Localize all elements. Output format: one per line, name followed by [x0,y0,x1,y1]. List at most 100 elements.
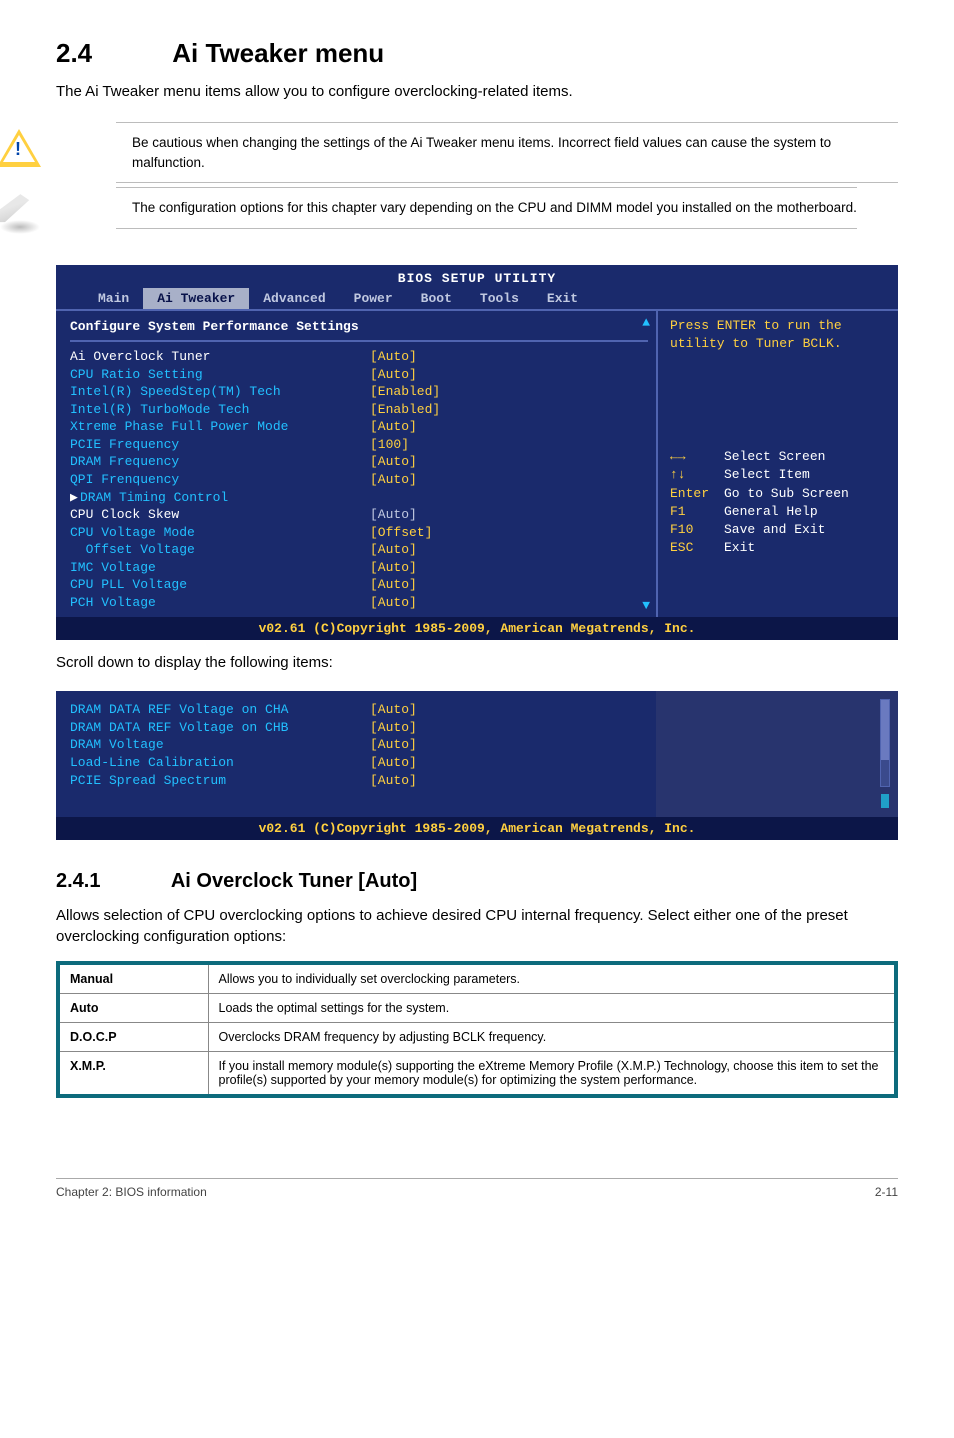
bios-setting-row[interactable]: CPU Clock Skew[Auto] [70,506,648,524]
note-text: The configuration options for this chapt… [116,187,857,229]
table-row: ManualAllows you to individually set ove… [58,963,896,994]
warning-text: Be cautious when changing the settings o… [116,122,898,183]
bios-setting-row[interactable]: DRAM Frequency[Auto] [70,453,648,471]
setting-label: CPU Voltage Mode [70,524,370,542]
help-description: Press ENTER to run the utility to Tuner … [670,317,888,352]
setting-label: PCIE Spread Spectrum [70,772,370,790]
lead-paragraph: The Ai Tweaker menu items allow you to c… [56,83,898,100]
tab-power[interactable]: Power [340,288,407,309]
bios-screenshot-1: BIOS SETUP UTILITY Main Ai Tweaker Advan… [56,265,898,640]
setting-value: [Auto] [370,594,417,612]
bios-setting-row[interactable]: ▶DRAM Timing Control [70,489,648,507]
setting-value: [Offset] [370,524,432,542]
setting-value: [Auto] [370,418,417,436]
bios-setting-row[interactable]: CPU PLL Voltage[Auto] [70,576,648,594]
setting-value: [Enabled] [370,383,440,401]
tab-exit[interactable]: Exit [533,288,592,309]
nav-action: Select Item [724,467,810,482]
nav-legend-row: ↑↓Select Item [670,466,888,484]
setting-value: [Auto] [370,736,417,754]
nav-action: General Help [724,504,818,519]
setting-value: [Auto] [370,754,417,772]
setting-value: [Auto] [370,576,417,594]
bios-setting-row[interactable]: Load-Line Calibration[Auto] [70,754,648,772]
setting-label: CPU PLL Voltage [70,576,370,594]
scrollbar[interactable] [880,699,890,787]
bios-setting-row[interactable]: PCIE Frequency[100] [70,436,648,454]
section-number: 2.4 [56,38,166,69]
bios-setting-row[interactable]: Intel(R) TurboMode Tech[Enabled] [70,401,648,419]
warning-callout: ! Be cautious when changing the settings… [56,122,898,187]
setting-label: DRAM DATA REF Voltage on CHA [70,701,370,719]
setting-label: Xtreme Phase Full Power Mode [70,418,370,436]
option-description: Allows you to individually set overclock… [208,963,896,994]
tab-ai-tweaker[interactable]: Ai Tweaker [143,288,249,309]
bios-help-pane: Press ENTER to run the utility to Tuner … [656,311,898,617]
bios-setting-row[interactable]: DRAM DATA REF Voltage on CHA[Auto] [70,701,648,719]
setting-value: [Enabled] [370,401,440,419]
scroll-instruction: Scroll down to display the following ite… [56,654,898,671]
bios-setting-row[interactable]: DRAM DATA REF Voltage on CHB[Auto] [70,719,648,737]
pen-note-icon [0,189,46,237]
setting-label: Load-Line Calibration [70,754,370,772]
footer-left: Chapter 2: BIOS information [56,1185,207,1199]
nav-key: ←→ [670,448,724,466]
setting-label: IMC Voltage [70,559,370,577]
setting-label: PCIE Frequency [70,436,370,454]
option-description: Loads the optimal settings for the syste… [208,994,896,1023]
option-description: If you install memory module(s) supporti… [208,1052,896,1097]
tab-boot[interactable]: Boot [407,288,466,309]
bios-setting-row[interactable]: Xtreme Phase Full Power Mode[Auto] [70,418,648,436]
bios-setting-row[interactable]: Offset Voltage[Auto] [70,541,648,559]
nav-legend-row: F1General Help [670,503,888,521]
bios-setting-row[interactable]: DRAM Voltage[Auto] [70,736,648,754]
nav-key: F10 [670,521,724,539]
footer-right: 2-11 [875,1185,898,1199]
bios-setting-row[interactable]: QPI Frenquency[Auto] [70,471,648,489]
bios-setting-row[interactable]: Ai Overclock Tuner[Auto] [70,348,648,366]
option-description: Overclocks DRAM frequency by adjusting B… [208,1023,896,1052]
bios-footer-2: v02.61 (C)Copyright 1985-2009, American … [56,817,898,840]
table-row: X.M.P.If you install memory module(s) su… [58,1052,896,1097]
bios-settings-pane: ▲ Configure System Performance Settings … [56,311,656,617]
bios-setting-row[interactable]: Intel(R) SpeedStep(TM) Tech[Enabled] [70,383,648,401]
config-header: Configure System Performance Settings [70,317,648,342]
bios-setting-row[interactable]: PCIE Spread Spectrum[Auto] [70,772,648,790]
bios-setting-row[interactable]: CPU Ratio Setting[Auto] [70,366,648,384]
nav-legend-row: EnterGo to Sub Screen [670,485,888,503]
setting-label: DRAM Frequency [70,453,370,471]
setting-label: Intel(R) TurboMode Tech [70,401,370,419]
tab-advanced[interactable]: Advanced [249,288,339,309]
tab-main[interactable]: Main [84,288,143,309]
scroll-down-icon[interactable]: ▼ [642,598,650,613]
option-name: D.O.C.P [58,1023,208,1052]
bios-setting-row[interactable]: PCH Voltage[Auto] [70,594,648,612]
setting-label: CPU Clock Skew [70,506,370,524]
setting-value: [Auto] [370,541,417,559]
subsection-lead: Allows selection of CPU overclocking opt… [56,905,898,947]
setting-value: [Auto] [370,471,417,489]
setting-value: [Auto] [370,348,417,366]
setting-label: CPU Ratio Setting [70,366,370,384]
bios-settings-pane-2: DRAM DATA REF Voltage on CHA[Auto]DRAM D… [56,691,656,817]
nav-key: Enter [670,485,724,503]
nav-legend-row: ←→Select Screen [670,448,888,466]
subsection-heading: 2.4.1 Ai Overclock Tuner [Auto] [56,870,898,893]
tab-tools[interactable]: Tools [466,288,533,309]
scroll-up-icon[interactable]: ▲ [642,315,650,330]
subsection-number: 2.4.1 [56,870,166,893]
bios-setting-row[interactable]: CPU Voltage Mode[Offset] [70,524,648,542]
setting-label: ▶DRAM Timing Control [70,489,370,507]
setting-value: [Auto] [370,772,417,790]
page-footer: Chapter 2: BIOS information 2-11 [56,1178,898,1199]
nav-key: ↑↓ [670,466,724,484]
setting-value: [Auto] [370,719,417,737]
bios-setting-row[interactable]: IMC Voltage[Auto] [70,559,648,577]
nav-action: Exit [724,540,755,555]
nav-action: Go to Sub Screen [724,486,849,501]
nav-key: ESC [670,539,724,557]
option-name: Manual [58,963,208,994]
table-row: AutoLoads the optimal settings for the s… [58,994,896,1023]
setting-value: [Auto] [370,559,417,577]
bios-title: BIOS SETUP UTILITY [56,267,898,286]
